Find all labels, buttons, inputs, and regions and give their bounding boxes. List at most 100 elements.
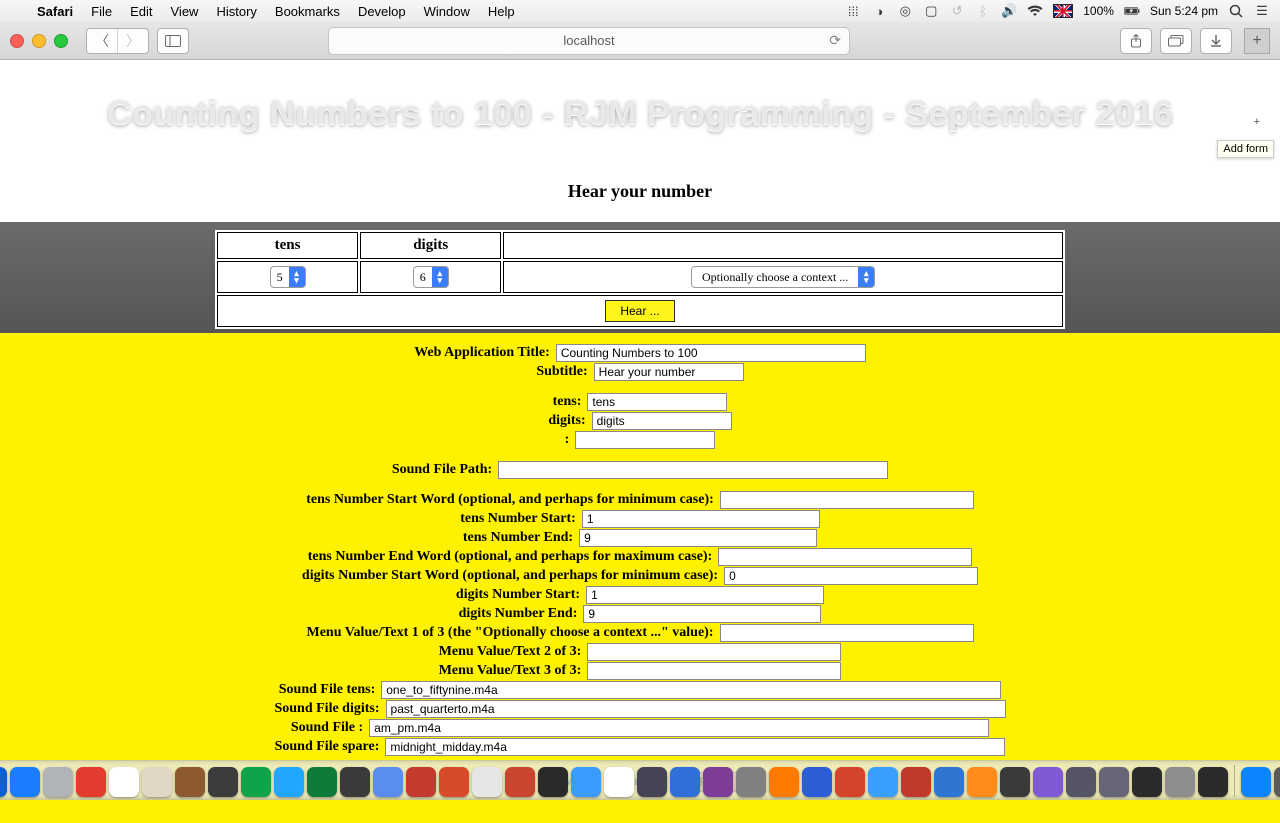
new-tab-button[interactable]: + xyxy=(1244,28,1270,54)
menu-window[interactable]: Window xyxy=(415,4,479,19)
battery-icon[interactable] xyxy=(1124,3,1140,19)
dock-app[interactable] xyxy=(1099,767,1129,797)
input-sound-path[interactable] xyxy=(498,461,888,479)
add-form-plus[interactable]: + xyxy=(1254,116,1260,128)
dock-app[interactable] xyxy=(571,767,601,797)
dock-app[interactable] xyxy=(307,767,337,797)
input-source-flag-icon[interactable] xyxy=(1053,4,1073,18)
input-sf-tens[interactable] xyxy=(381,681,1001,699)
reload-icon[interactable]: ⟳ xyxy=(829,32,841,49)
dock-app[interactable] xyxy=(1132,767,1162,797)
dock-app[interactable] xyxy=(439,767,469,797)
input-sf-digits[interactable] xyxy=(386,700,1006,718)
dock-app[interactable] xyxy=(769,767,799,797)
dock-app[interactable] xyxy=(1241,767,1271,797)
dock-app[interactable] xyxy=(1198,767,1228,797)
share-button[interactable] xyxy=(1120,28,1152,54)
input-sf-blank[interactable] xyxy=(369,719,989,737)
input-digits-end[interactable] xyxy=(583,605,821,623)
menu-history[interactable]: History xyxy=(207,4,265,19)
dock-app[interactable] xyxy=(934,767,964,797)
downloads-button[interactable] xyxy=(1200,28,1232,54)
menu-bookmarks[interactable]: Bookmarks xyxy=(266,4,349,19)
input-subtitle[interactable] xyxy=(594,363,744,381)
tabs-button[interactable] xyxy=(1160,28,1192,54)
dock-app[interactable] xyxy=(967,767,997,797)
input-tens-end-word[interactable] xyxy=(718,548,972,566)
input-tens-start[interactable] xyxy=(582,510,820,528)
menuextra-icon[interactable]: ⁞⁞⁞ xyxy=(845,3,861,19)
close-window-button[interactable] xyxy=(10,34,24,48)
dock-app[interactable] xyxy=(43,767,73,797)
dock-app[interactable] xyxy=(175,767,205,797)
dock-app[interactable] xyxy=(538,767,568,797)
dock-app[interactable] xyxy=(868,767,898,797)
menuextra-icon[interactable]: ◎ xyxy=(897,3,913,19)
input-menu2[interactable] xyxy=(587,643,841,661)
address-bar[interactable]: localhost ⟳ xyxy=(328,27,850,55)
minimize-window-button[interactable] xyxy=(32,34,46,48)
zoom-window-button[interactable] xyxy=(54,34,68,48)
dock-app[interactable] xyxy=(1165,767,1195,797)
bluetooth-icon[interactable]: ᛒ xyxy=(975,3,991,19)
menu-file[interactable]: File xyxy=(82,4,121,19)
dock-app[interactable] xyxy=(142,767,172,797)
battery-percent[interactable]: 100% xyxy=(1083,4,1114,18)
dock-app[interactable] xyxy=(736,767,766,797)
app-menu[interactable]: Safari xyxy=(28,4,82,19)
tens-select[interactable]: 5 ▴▾ xyxy=(270,266,306,288)
dock-app[interactable] xyxy=(109,767,139,797)
input-tens[interactable] xyxy=(587,393,727,411)
dock-app[interactable] xyxy=(1066,767,1096,797)
input-tens-end[interactable] xyxy=(579,529,817,547)
dock-app[interactable] xyxy=(10,767,40,797)
dock-app[interactable] xyxy=(373,767,403,797)
dock-app[interactable] xyxy=(505,767,535,797)
input-blank[interactable] xyxy=(575,431,715,449)
menu-edit[interactable]: Edit xyxy=(121,4,161,19)
menu-help[interactable]: Help xyxy=(479,4,524,19)
dock-app[interactable] xyxy=(802,767,832,797)
dock-app[interactable] xyxy=(340,767,370,797)
dock-app[interactable] xyxy=(406,767,436,797)
header-context xyxy=(503,232,1063,259)
dock-app[interactable] xyxy=(0,767,7,797)
wifi-icon[interactable] xyxy=(1027,3,1043,19)
dock-app[interactable] xyxy=(604,767,634,797)
dock-app[interactable] xyxy=(1000,767,1030,797)
dock-app[interactable] xyxy=(637,767,667,797)
input-menu1[interactable] xyxy=(720,624,974,642)
input-digits-start[interactable] xyxy=(586,586,824,604)
timemachine-icon[interactable]: ↺ xyxy=(949,3,965,19)
digits-select[interactable]: 6 ▴▾ xyxy=(413,266,449,288)
hear-button[interactable]: Hear ... xyxy=(605,300,674,322)
menu-view[interactable]: View xyxy=(162,4,208,19)
notification-center-icon[interactable]: ☰ xyxy=(1254,3,1270,19)
input-menu3[interactable] xyxy=(587,662,841,680)
menuextra-icon[interactable]: ◑ xyxy=(871,3,887,19)
menubar-clock[interactable]: Sun 5:24 pm xyxy=(1150,4,1218,18)
input-app-title[interactable] xyxy=(556,344,866,362)
input-digits-start-word[interactable] xyxy=(724,567,978,585)
dock-app[interactable] xyxy=(1274,767,1280,797)
spotlight-icon[interactable] xyxy=(1228,3,1244,19)
dock-app[interactable] xyxy=(76,767,106,797)
input-tens-start-word[interactable] xyxy=(720,491,974,509)
input-digits[interactable] xyxy=(592,412,732,430)
dock-app[interactable] xyxy=(901,767,931,797)
back-button[interactable]: 〈 xyxy=(87,29,118,53)
dock-app[interactable] xyxy=(835,767,865,797)
menu-develop[interactable]: Develop xyxy=(349,4,415,19)
dock-app[interactable] xyxy=(472,767,502,797)
dock-app[interactable] xyxy=(208,767,238,797)
forward-button[interactable]: 〉 xyxy=(118,29,148,53)
dock-app[interactable] xyxy=(703,767,733,797)
context-select[interactable]: Optionally choose a context ... ▴▾ xyxy=(691,266,875,288)
airplay-icon[interactable]: ▢ xyxy=(923,3,939,19)
dock-app[interactable] xyxy=(274,767,304,797)
dock-app[interactable] xyxy=(241,767,271,797)
volume-icon[interactable]: 🔊 xyxy=(1001,3,1017,19)
dock-app[interactable] xyxy=(1033,767,1063,797)
dock-app[interactable] xyxy=(670,767,700,797)
sidebar-button[interactable] xyxy=(157,28,189,54)
